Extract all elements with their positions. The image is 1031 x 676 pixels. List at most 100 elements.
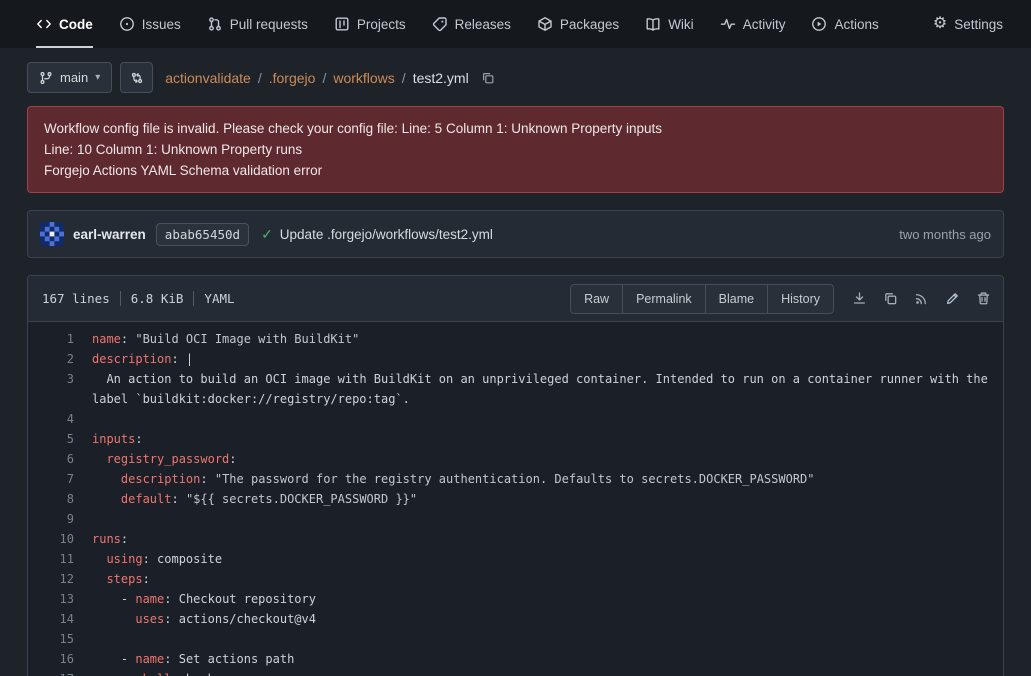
code-icon (36, 16, 52, 32)
copy-path-icon[interactable] (481, 71, 495, 85)
line-number[interactable]: 12 (28, 569, 92, 589)
line-number[interactable]: 15 (28, 629, 92, 649)
file-toolbar: main ▾ actionvalidate / .forgejo / workf… (27, 62, 1004, 93)
avatar[interactable] (40, 222, 64, 246)
tab-label: Actions (834, 17, 878, 32)
tab-label: Pull requests (230, 17, 308, 32)
error-line: Workflow config file is invalid. Please … (44, 118, 987, 139)
commit-author[interactable]: earl-warren (73, 227, 146, 242)
breadcrumb-separator: / (402, 70, 406, 86)
code-line: 1name: "Build OCI Image with BuildKit" (28, 329, 1003, 349)
tab-wiki[interactable]: Wiki (645, 0, 694, 48)
file-view: 167 lines 6.8 KiB YAML Raw Permalink Bla… (27, 275, 1004, 676)
line-number[interactable]: 9 (28, 509, 92, 529)
pull-request-icon (207, 16, 223, 32)
line-number[interactable]: 1 (28, 329, 92, 349)
breadcrumb-separator: / (258, 70, 262, 86)
rss-icon[interactable] (914, 291, 929, 306)
tab-code[interactable]: Code (36, 0, 93, 48)
line-number[interactable]: 6 (28, 449, 92, 469)
file-actions (852, 291, 991, 306)
line-number[interactable]: 3 (28, 369, 92, 409)
tab-releases[interactable]: Releases (432, 0, 511, 48)
raw-button[interactable]: Raw (570, 284, 623, 314)
code-line: 15 (28, 629, 1003, 649)
tab-label: Projects (357, 17, 406, 32)
edit-icon[interactable] (945, 291, 960, 306)
code-line: 12 steps: (28, 569, 1003, 589)
file-view-buttons: Raw Permalink Blame History (570, 284, 834, 314)
tab-label: Wiki (668, 17, 694, 32)
tab-label: Settings (954, 17, 1003, 32)
package-icon (537, 16, 553, 32)
line-number[interactable]: 5 (28, 429, 92, 449)
line-number[interactable]: 2 (28, 349, 92, 369)
code-view: 1name: "Build OCI Image with BuildKit"2d… (28, 322, 1003, 676)
line-number[interactable]: 11 (28, 549, 92, 569)
code-line: 4 (28, 409, 1003, 429)
line-number[interactable]: 14 (28, 609, 92, 629)
file-lines-count: 167 lines (42, 291, 110, 306)
code-line-text: - name: Checkout repository (92, 589, 1003, 609)
code-line-text: inputs: (92, 429, 1003, 449)
book-icon (645, 16, 661, 32)
line-number[interactable]: 16 (28, 649, 92, 669)
delete-icon[interactable] (976, 291, 991, 306)
copy-content-icon[interactable] (883, 291, 898, 306)
breadcrumb-dir-workflows[interactable]: workflows (333, 70, 394, 86)
code-line-text: runs: (92, 529, 1003, 549)
tab-projects[interactable]: Projects (334, 0, 406, 48)
line-number[interactable]: 17 (28, 669, 92, 676)
code-line: 14 uses: actions/checkout@v4 (28, 609, 1003, 629)
breadcrumb-dir-forgejo[interactable]: .forgejo (269, 70, 316, 86)
code-line: 9 (28, 509, 1003, 529)
commit-message[interactable]: Update .forgejo/workflows/test2.yml (280, 227, 493, 242)
permalink-button[interactable]: Permalink (622, 284, 706, 314)
tab-label: Issues (142, 17, 181, 32)
tab-settings[interactable]: ⚙ Settings (933, 0, 1003, 48)
tab-activity[interactable]: Activity (720, 0, 786, 48)
code-line: 17 shell: bash (28, 669, 1003, 676)
blame-button[interactable]: Blame (705, 284, 768, 314)
branch-icon (39, 71, 53, 85)
code-line: 10runs: (28, 529, 1003, 549)
file-meta: 167 lines 6.8 KiB YAML (42, 291, 235, 306)
code-line-text: registry_password: (92, 449, 1003, 469)
line-number[interactable]: 10 (28, 529, 92, 549)
tab-packages[interactable]: Packages (537, 0, 619, 48)
line-number[interactable]: 7 (28, 469, 92, 489)
line-number[interactable]: 13 (28, 589, 92, 609)
history-button[interactable]: History (767, 284, 834, 314)
tab-label: Packages (560, 17, 619, 32)
download-icon[interactable] (852, 291, 867, 306)
play-circle-icon (811, 16, 827, 32)
line-number[interactable]: 4 (28, 409, 92, 429)
code-line: 8 default: "${{ secrets.DOCKER_PASSWORD … (28, 489, 1003, 509)
code-line-text: uses: actions/checkout@v4 (92, 609, 1003, 629)
compare-button[interactable] (120, 62, 153, 93)
code-line: 6 registry_password: (28, 449, 1003, 469)
code-line: 2description: | (28, 349, 1003, 369)
commit-hash-badge[interactable]: abab65450d (156, 223, 249, 246)
tab-pull-requests[interactable]: Pull requests (207, 0, 308, 48)
breadcrumb: actionvalidate / .forgejo / workflows / … (165, 70, 494, 86)
code-line-text: - name: Set actions path (92, 649, 1003, 669)
tab-actions[interactable]: Actions (811, 0, 878, 48)
breadcrumb-separator: / (322, 70, 326, 86)
branch-select-button[interactable]: main ▾ (27, 62, 112, 93)
tab-issues[interactable]: Issues (119, 0, 181, 48)
commit-time: two months ago (899, 227, 991, 242)
code-line: 3 An action to build an OCI image with B… (28, 369, 1003, 409)
code-line: 13 - name: Checkout repository (28, 589, 1003, 609)
file-language: YAML (204, 291, 234, 306)
error-line: Forgejo Actions YAML Schema validation e… (44, 160, 987, 181)
divider (120, 291, 121, 306)
code-line-text: steps: (92, 569, 1003, 589)
tab-label: Code (59, 17, 93, 32)
issue-icon (119, 16, 135, 32)
code-line-text: shell: bash (92, 669, 1003, 676)
line-number[interactable]: 8 (28, 489, 92, 509)
breadcrumb-repo[interactable]: actionvalidate (165, 70, 251, 86)
code-lines: 1name: "Build OCI Image with BuildKit"2d… (28, 329, 1003, 676)
check-icon[interactable]: ✓ (261, 226, 273, 243)
